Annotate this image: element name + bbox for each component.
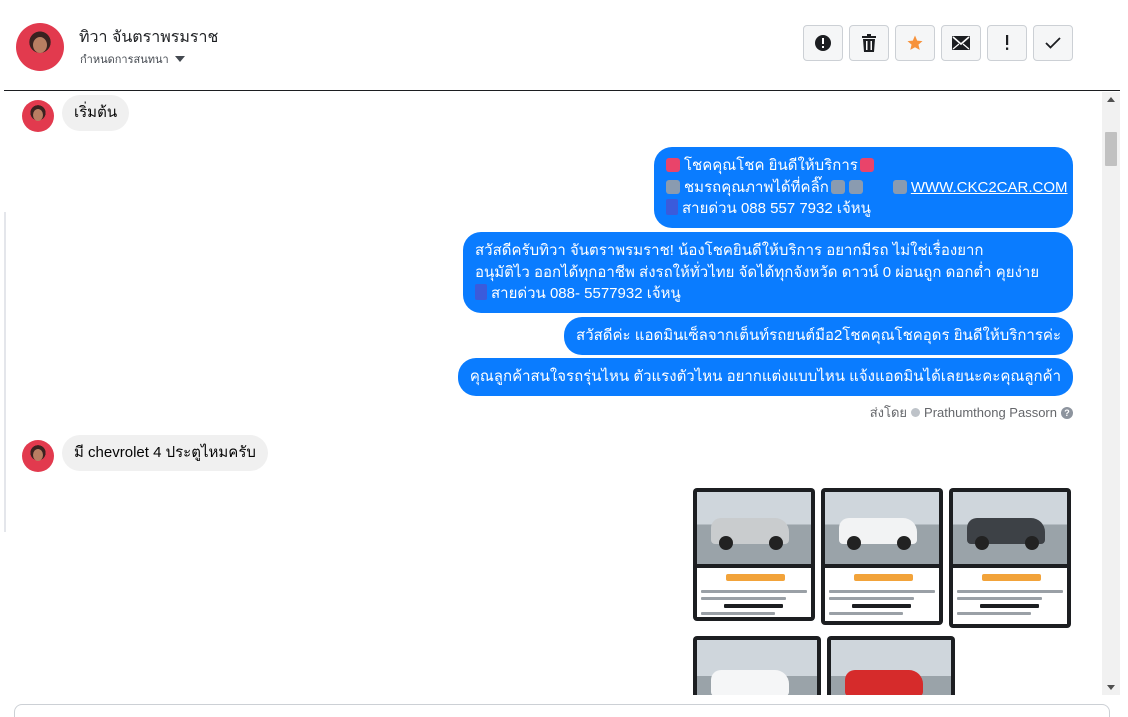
- message-text: มี chevrolet 4 ประตูไหมครับ: [74, 444, 256, 461]
- mark-unread-button[interactable]: [941, 25, 981, 61]
- website-link[interactable]: WWW.CKC2CAR.COM: [911, 179, 1068, 196]
- white-pickup-photo: [825, 492, 939, 564]
- alert-circle-icon: [815, 35, 831, 51]
- scroll-down-arrow-icon[interactable]: [1107, 685, 1115, 690]
- check-icon: [1045, 37, 1061, 49]
- follow-up-button[interactable]: [987, 25, 1027, 61]
- car-listing-image[interactable]: [693, 636, 821, 695]
- contact-avatar[interactable]: [16, 23, 64, 71]
- outgoing-message[interactable]: สวัสดีครับทิวา จันตราพรมราช! น้องโชคยินด…: [463, 232, 1073, 313]
- down-arrow-emoji-icon: [830, 179, 845, 194]
- scroll-thumb[interactable]: [1105, 132, 1117, 166]
- play-emoji-icon: [666, 179, 680, 194]
- phone-emoji-icon: [666, 199, 678, 215]
- outgoing-message[interactable]: สวัสดีค่ะ แอดมินเซ็ลจากเต็นท์รถยนต์มือ2โ…: [564, 317, 1073, 355]
- car-listing-image[interactable]: [693, 488, 815, 621]
- message-line: ชมรถคุณภาพได้ที่คลิ๊ก: [684, 178, 829, 196]
- message-line: สายด่วน 088- 5577932 เจ้หนู: [491, 285, 681, 302]
- delete-button[interactable]: [849, 25, 889, 61]
- caret-down-icon: [174, 56, 185, 62]
- mark-done-button[interactable]: [1033, 25, 1073, 61]
- scroll-up-arrow-icon[interactable]: [1107, 97, 1115, 102]
- play-emoji-icon: [892, 179, 907, 194]
- verified-icon: [911, 408, 921, 417]
- sender-avatar[interactable]: [22, 440, 54, 472]
- sent-by-info: ส่งโดย Prathumthong Passorn ?: [870, 402, 1073, 423]
- sent-by-prefix: ส่งโดย: [869, 405, 908, 420]
- message-text: เริ่มต้น: [74, 104, 118, 121]
- message-text: สวัสดีค่ะ แอดมินเซ็ลจากเต็นท์รถยนต์มือ2โ…: [576, 327, 1061, 344]
- trash-icon: [862, 34, 876, 52]
- mark-spam-button[interactable]: [803, 25, 843, 61]
- help-icon[interactable]: ?: [1061, 406, 1073, 419]
- conversation-status-dropdown[interactable]: กำหนดการสนทนา: [80, 50, 185, 68]
- red-pickup-photo: [831, 640, 951, 695]
- sent-by-name[interactable]: Prathumthong Passorn: [924, 405, 1057, 420]
- star-icon: [907, 35, 923, 50]
- emoji-icon: [666, 158, 680, 172]
- thread-scrollbar[interactable]: [1102, 92, 1120, 695]
- phone-emoji-icon: [475, 284, 487, 300]
- incoming-message[interactable]: เริ่มต้น: [62, 95, 130, 131]
- sender-avatar[interactable]: [22, 100, 54, 132]
- down-arrow-emoji-icon: [848, 179, 863, 194]
- silver-pickup-photo: [697, 492, 811, 564]
- thread-edge: [4, 212, 6, 532]
- message-line: โชคคุณโชค ยินดีให้บริการ: [684, 157, 858, 174]
- outgoing-message[interactable]: โชคคุณโชค ยินดีให้บริการ ชมรถคุณภาพได้ที…: [654, 147, 1073, 228]
- message-line: สวัสดีครับทิวา จันตราพรมราช! น้องโชคยินด…: [475, 242, 984, 259]
- contact-name[interactable]: ทิวา จันตราพรมราช: [79, 25, 218, 50]
- header-actions: [803, 25, 1073, 61]
- emoji-icon: [859, 158, 874, 172]
- message-text: คุณลูกค้าสนใจรถรุ่นไหน ตัวแรงตัวไหน อยาก…: [469, 368, 1061, 385]
- car-listing-image[interactable]: [821, 488, 943, 625]
- car-listing-image[interactable]: [827, 636, 955, 695]
- incoming-message[interactable]: มี chevrolet 4 ประตูไหมครับ: [62, 435, 268, 471]
- white-pickup-photo: [697, 640, 817, 695]
- message-line: อนุมัติไว ออกได้ทุกอาชีพ ส่งรถให้ทั่วไทย…: [475, 263, 1040, 281]
- message-line: สายด่วน 088 557 7932 เจ้หนู: [682, 200, 871, 217]
- dark-pickup-photo: [953, 492, 1067, 564]
- envelope-icon: [952, 36, 970, 50]
- message-thread[interactable]: เริ่มต้น โชคคุณโชค ยินดีให้บริการ ชมรถคุ…: [4, 92, 1102, 695]
- exclamation-icon: [1006, 35, 1009, 50]
- status-label: กำหนดการสนทนา: [80, 54, 169, 66]
- outgoing-message[interactable]: คุณลูกค้าสนใจรถรุ่นไหน ตัวแรงตัวไหน อยาก…: [457, 358, 1073, 396]
- car-listing-image[interactable]: [949, 488, 1071, 628]
- star-button[interactable]: [895, 25, 935, 61]
